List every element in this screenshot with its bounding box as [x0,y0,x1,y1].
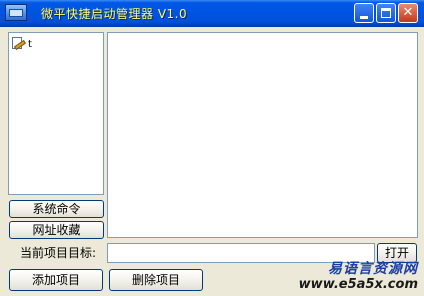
watermark-site-name: 易语言资源网 [328,261,418,277]
window-title: 微平快捷启动管理器 V1.0 [41,7,188,21]
maximize-button[interactable] [376,3,396,23]
item-list-panel[interactable] [107,32,418,238]
maximize-icon [381,8,391,18]
add-item-button[interactable]: 添加项目 [9,269,103,291]
tree-item[interactable]: t [11,37,32,51]
app-icon [5,4,27,21]
title-bar[interactable]: 微平快捷启动管理器 V1.0 ✕ [0,0,424,27]
tree-item-label: t [28,38,32,50]
url-favorites-button[interactable]: 网址收藏 [9,221,104,239]
delete-item-button[interactable]: 删除项目 [109,269,203,291]
watermark-url: www.e5a5x.com [298,277,418,292]
minimize-icon [360,16,368,19]
watermark: 易语言资源网 www.e5a5x.com [298,258,422,294]
close-button[interactable]: ✕ [398,3,418,23]
minimize-button[interactable] [354,3,374,23]
app-window: 微平快捷启动管理器 V1.0 ✕ t 系统命令 网址收藏 当前项目目标: 打开 … [0,0,424,296]
target-label: 当前项目目标: [20,246,97,260]
document-pen-icon [11,37,27,51]
item-tree[interactable]: t [8,32,104,195]
system-commands-button[interactable]: 系统命令 [9,200,104,218]
close-icon: ✕ [402,5,414,20]
